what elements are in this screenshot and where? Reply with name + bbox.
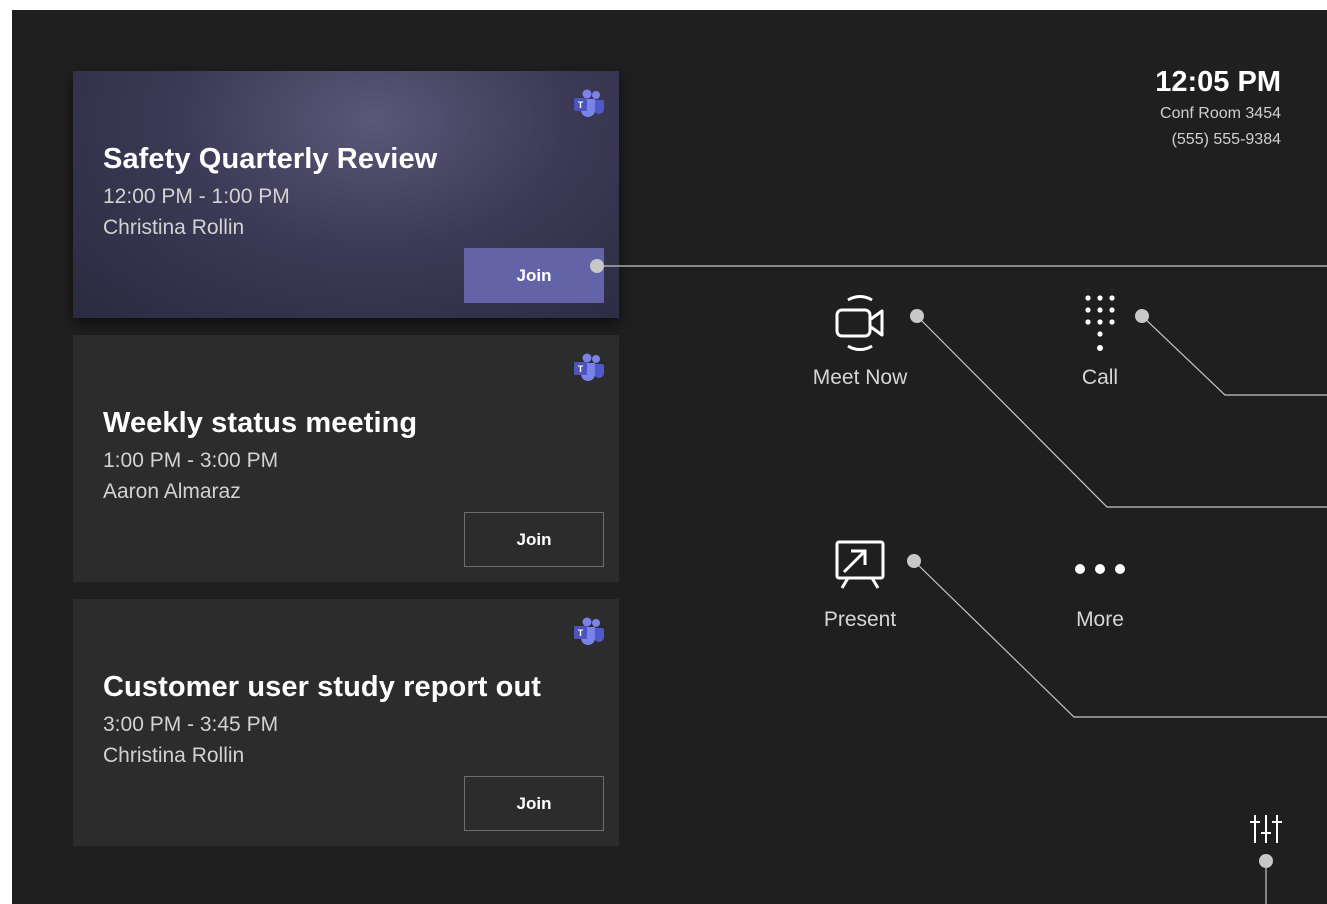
- meeting-organizer: Christina Rollin: [103, 744, 245, 767]
- sliders-icon[interactable]: [1246, 812, 1286, 848]
- more-button[interactable]: More: [1025, 532, 1175, 632]
- meeting-card[interactable]: T Safety Quarterly Review 12:00 PM - 1:0…: [73, 71, 619, 318]
- meeting-card[interactable]: T Weekly status meeting 1:00 PM - 3:00 P…: [73, 335, 619, 582]
- dialpad-icon: [1085, 295, 1115, 351]
- teams-logo-icon: T: [574, 353, 604, 381]
- join-button[interactable]: Join: [464, 776, 604, 831]
- meeting-title: Customer user study report out: [103, 671, 542, 703]
- svg-text:T: T: [578, 100, 584, 110]
- call-button[interactable]: Call: [1025, 290, 1175, 390]
- teams-logo-icon: T: [574, 617, 604, 645]
- svg-text:T: T: [578, 364, 584, 374]
- present-button[interactable]: Present: [785, 532, 935, 632]
- room-phone-number: (555) 555-9384: [1171, 131, 1281, 148]
- meeting-title: Weekly status meeting: [103, 407, 418, 439]
- meet-now-label: Meet Now: [812, 366, 908, 389]
- meeting-title: Safety Quarterly Review: [103, 143, 438, 175]
- svg-text:T: T: [578, 628, 584, 638]
- video-camera-icon: [835, 295, 884, 351]
- teams-logo-icon: T: [574, 89, 604, 117]
- present-screen-icon: [835, 540, 885, 589]
- join-button[interactable]: Join: [464, 512, 604, 567]
- meeting-organizer: Aaron Almaraz: [103, 480, 241, 503]
- more-label: More: [1076, 608, 1124, 631]
- present-label: Present: [823, 608, 897, 631]
- meet-now-button[interactable]: Meet Now: [785, 290, 935, 390]
- teams-room-home-screen: T Safety Quarterly Review 12:00 PM - 1:0…: [12, 10, 1327, 904]
- meeting-card[interactable]: T Customer user study report out 3:00 PM…: [73, 599, 619, 846]
- call-label: Call: [1081, 366, 1119, 389]
- meeting-time: 1:00 PM - 3:00 PM: [103, 449, 279, 472]
- meeting-organizer: Christina Rollin: [103, 216, 245, 239]
- join-button[interactable]: Join: [464, 248, 604, 303]
- clock-time: 12:05 PM: [1155, 66, 1281, 98]
- meeting-time: 3:00 PM - 3:45 PM: [103, 713, 279, 736]
- room-name: Conf Room 3454: [1160, 105, 1281, 122]
- more-dots-icon: [1075, 564, 1125, 574]
- meeting-time: 12:00 PM - 1:00 PM: [103, 185, 290, 208]
